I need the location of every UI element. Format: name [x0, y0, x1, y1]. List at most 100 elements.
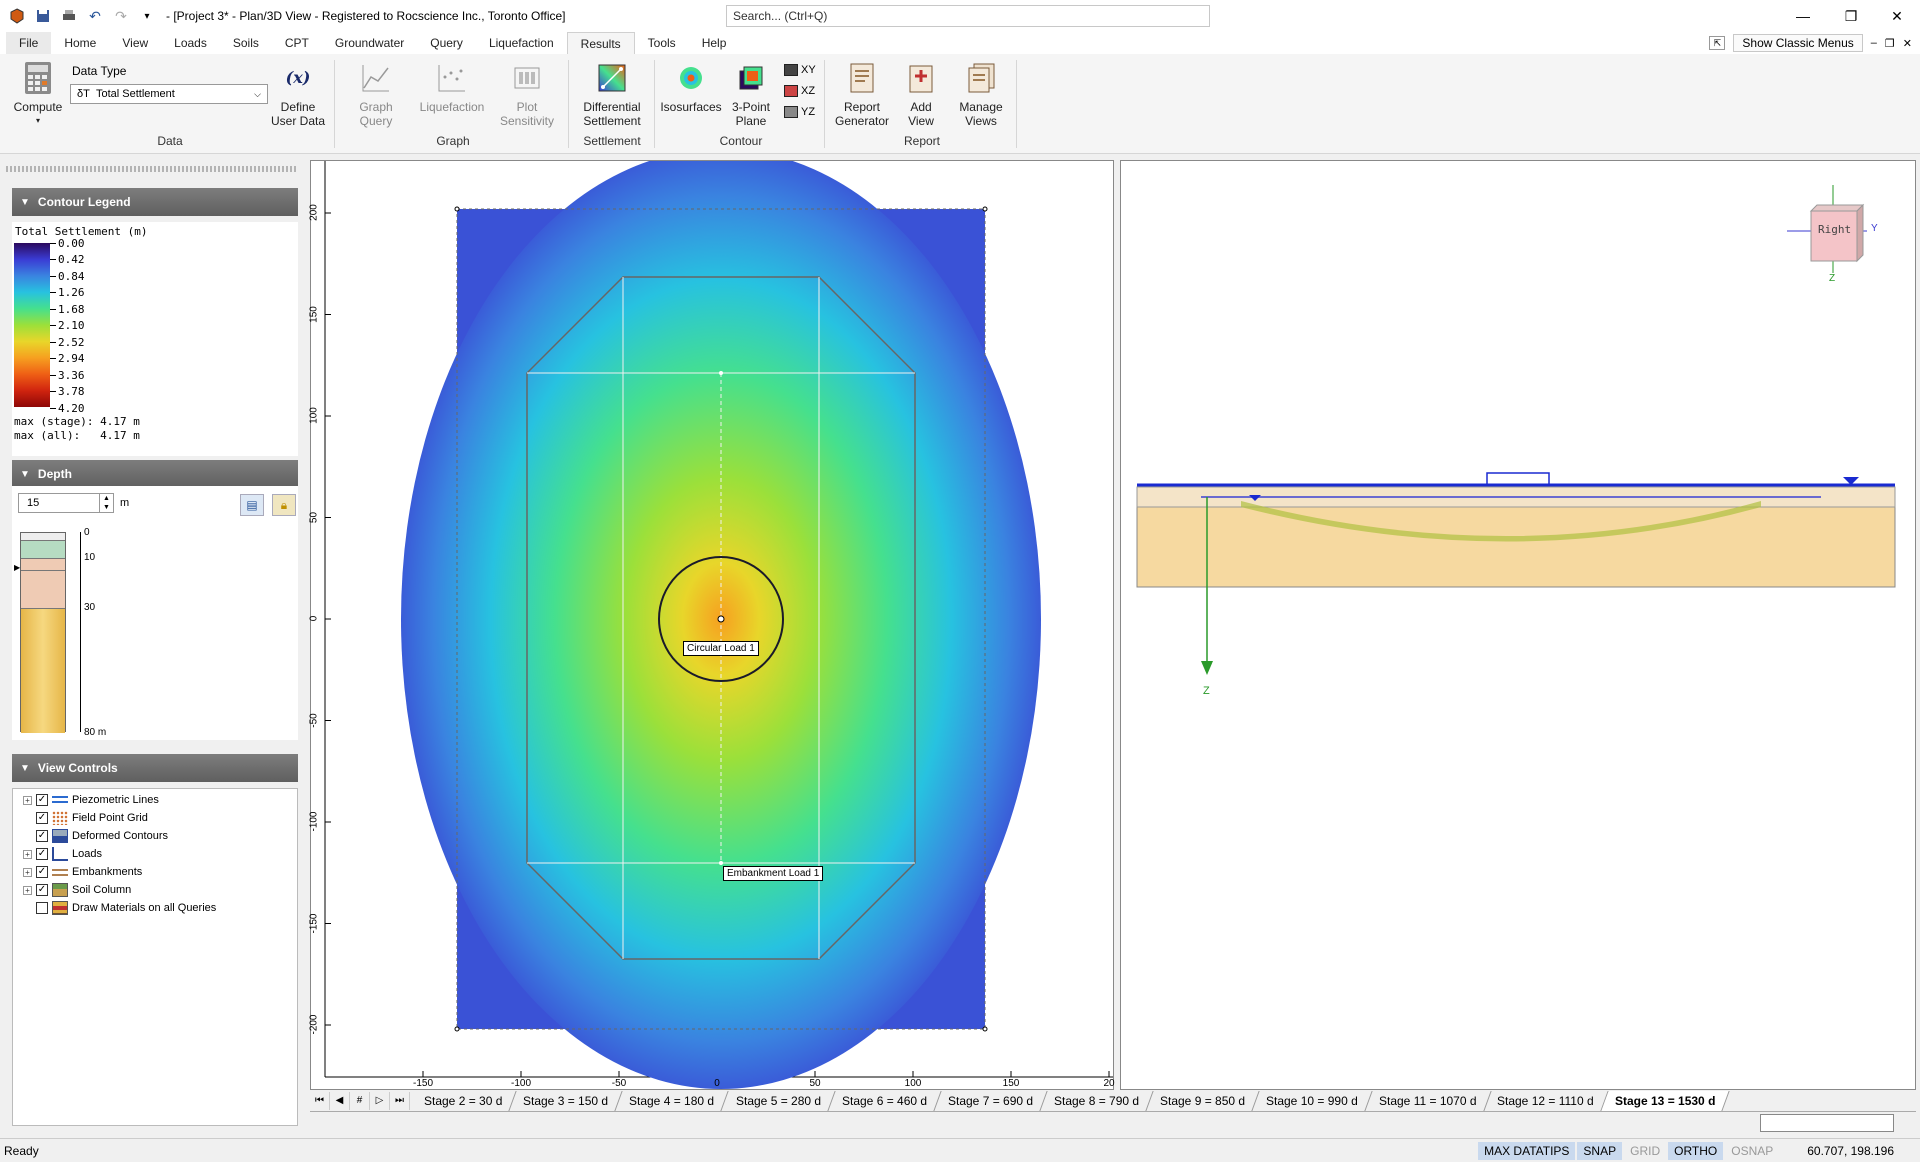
status-flag-max-datatips[interactable]: MAX DATATIPS — [1478, 1141, 1576, 1160]
checkbox[interactable]: ✓ — [36, 812, 48, 824]
tree-item-loads[interactable]: + ✓ Loads — [23, 845, 102, 863]
x-tick-label: -50 — [611, 1078, 627, 1089]
graph-query-button[interactable]: Graph Query — [350, 60, 402, 128]
data-type-select[interactable]: δT Total Settlement ⌵ — [70, 84, 268, 104]
stage-tab[interactable]: Stage 10 = 990 d — [1252, 1090, 1373, 1111]
prev-stage-icon[interactable]: ◀ — [330, 1091, 350, 1110]
xz-plane-button[interactable]: XZ — [784, 85, 815, 97]
quick-access-dropdown-icon[interactable]: ▾ — [138, 7, 156, 25]
circular-load-label[interactable]: Circular Load 1 — [683, 641, 759, 656]
restore-doc-icon-2[interactable]: ❐ — [1885, 37, 1895, 50]
menu-loads[interactable]: Loads — [161, 32, 220, 54]
yz-plane-button[interactable]: YZ — [784, 106, 815, 118]
stage-number-icon[interactable]: # — [350, 1091, 370, 1110]
status-flag-grid[interactable]: GRID — [1624, 1142, 1666, 1160]
minimize-button[interactable]: — — [1780, 0, 1826, 32]
menu-tools[interactable]: Tools — [635, 32, 689, 54]
checkbox[interactable]: ✓ — [36, 794, 48, 806]
stage-tab[interactable]: Stage 2 = 30 d — [410, 1090, 518, 1111]
status-flag-snap[interactable]: SNAP — [1577, 1141, 1623, 1160]
section-view-canvas[interactable] — [1121, 161, 1915, 1089]
checkbox[interactable] — [36, 902, 48, 914]
differential-settlement-button[interactable]: Differential Settlement — [578, 60, 646, 128]
menu-view[interactable]: View — [109, 32, 161, 54]
checkbox[interactable]: ✓ — [36, 884, 48, 896]
depth-header[interactable]: ▼ Depth — [12, 460, 298, 488]
liquefaction-button[interactable]: Liquefaction — [416, 60, 488, 114]
close-button[interactable]: ✕ — [1874, 0, 1920, 32]
restore-doc-icon[interactable]: – — [1871, 37, 1877, 49]
menu-liquefaction[interactable]: Liquefaction — [476, 32, 567, 54]
menu-query[interactable]: Query — [417, 32, 476, 54]
redo-icon[interactable]: ↷ — [112, 7, 130, 25]
add-view-button[interactable]: Add View — [898, 60, 944, 128]
menu-file[interactable]: File — [6, 32, 52, 54]
close-doc-icon[interactable]: ✕ — [1903, 37, 1912, 50]
menu-groundwater[interactable]: Groundwater — [322, 32, 417, 54]
status-flag-ortho[interactable]: ORTHO — [1668, 1141, 1724, 1160]
tree-item-soil-column[interactable]: + ✓ Soil Column — [23, 881, 131, 899]
stage-tab[interactable]: Stage 5 = 280 d — [721, 1090, 836, 1111]
report-generator-button[interactable]: Report Generator — [832, 60, 892, 128]
expand-icon[interactable]: + — [23, 849, 32, 859]
tree-item-draw-materials[interactable]: Draw Materials on all Queries — [23, 899, 216, 917]
menu-results[interactable]: Results — [566, 32, 635, 54]
first-stage-icon[interactable]: ⏮ — [310, 1091, 330, 1110]
panel-grip[interactable] — [6, 166, 296, 172]
stage-tab[interactable]: Stage 12 = 1110 d — [1483, 1090, 1609, 1111]
menu-home[interactable]: Home — [51, 32, 109, 54]
stage-tab[interactable]: Stage 7 = 690 d — [934, 1090, 1048, 1111]
depth-input[interactable]: 15 ▲ ▼ — [18, 493, 114, 513]
maximize-button[interactable]: ❐ — [1828, 0, 1874, 32]
tree-item-embankments[interactable]: + ✓ Embankments — [23, 863, 142, 881]
checkbox[interactable]: ✓ — [36, 848, 48, 860]
menu-soils[interactable]: Soils — [220, 32, 272, 54]
print-icon[interactable] — [60, 7, 78, 25]
view-controls-header[interactable]: ▼ View Controls — [12, 754, 298, 782]
expand-icon[interactable]: + — [23, 795, 32, 805]
menu-cpt[interactable]: CPT — [272, 32, 322, 54]
layers-button[interactable]: ▤ — [240, 494, 264, 516]
last-stage-icon[interactable]: ⏭ — [390, 1091, 410, 1110]
next-stage-icon[interactable]: ▷ — [370, 1091, 390, 1110]
embankment-load-label[interactable]: Embankment Load 1 — [723, 866, 824, 881]
search-input[interactable]: Search... (Ctrl+Q) — [726, 5, 1210, 27]
spin-arrows-icon[interactable]: ▲ ▼ — [99, 494, 113, 512]
legend-value: 2.10 — [50, 319, 85, 332]
expand-icon[interactable]: + — [23, 885, 32, 895]
tree-item-field-point-grid[interactable]: ✓ Field Point Grid — [23, 809, 148, 827]
soil-column[interactable] — [20, 532, 66, 733]
checkbox[interactable]: ✓ — [36, 830, 48, 842]
stage-tab[interactable]: Stage 9 = 850 d — [1146, 1090, 1260, 1111]
define-user-data-button[interactable]: (x) Define User Data — [270, 60, 326, 129]
soil-layer — [21, 533, 65, 541]
stage-tab[interactable]: Stage 8 = 790 d — [1040, 1090, 1154, 1111]
lock-button[interactable]: 🔒︎ — [272, 494, 296, 516]
compute-button[interactable]: Compute ▾ — [10, 60, 66, 128]
xy-plane-button[interactable]: XY — [784, 64, 816, 76]
tree-item-piezometric-lines[interactable]: + ✓ Piezometric Lines — [23, 791, 159, 809]
isosurfaces-button[interactable]: Isosurfaces — [660, 60, 722, 114]
undo-icon[interactable]: ↶ — [86, 7, 104, 25]
tree-item-deformed-contours[interactable]: ✓ Deformed Contours — [23, 827, 168, 845]
stage-tab[interactable]: Stage 6 = 460 d — [828, 1090, 942, 1111]
collapse-ribbon-icon[interactable]: ⇱ — [1709, 36, 1726, 50]
three-point-plane-button[interactable]: 3-Point Plane — [726, 60, 776, 128]
manage-views-button[interactable]: Manage Views — [952, 60, 1010, 128]
plot-sensitivity-button[interactable]: Plot Sensitivity — [500, 60, 554, 128]
expand-icon[interactable]: + — [23, 867, 32, 877]
stage-tab[interactable]: Stage 4 = 180 d — [615, 1090, 730, 1111]
section-view-viewport[interactable]: Right Y Z Z — [1120, 160, 1916, 1090]
plan-view-canvas[interactable] — [311, 149, 1113, 1089]
save-icon[interactable] — [34, 7, 52, 25]
plan-view-viewport[interactable]: 200 150 100 50 0 -50 -100 -150 -200 -150 -100 -50 0… — [309, 149, 1115, 1090]
checkbox[interactable]: ✓ — [36, 866, 48, 878]
status-text-input[interactable] — [1760, 1114, 1894, 1132]
stage-tab[interactable]: Stage 3 = 150 d — [509, 1090, 624, 1111]
stage-tab[interactable]: Stage 11 = 1070 d — [1365, 1090, 1491, 1111]
contour-legend-header[interactable]: ▼ Contour Legend — [12, 188, 298, 216]
status-flag-osnap[interactable]: OSNAP — [1725, 1142, 1779, 1160]
menu-help[interactable]: Help — [689, 32, 740, 54]
show-classic-menus-button[interactable]: Show Classic Menus — [1733, 34, 1863, 52]
stage-tab[interactable]: Stage 13 = 1530 d — [1601, 1090, 1730, 1111]
